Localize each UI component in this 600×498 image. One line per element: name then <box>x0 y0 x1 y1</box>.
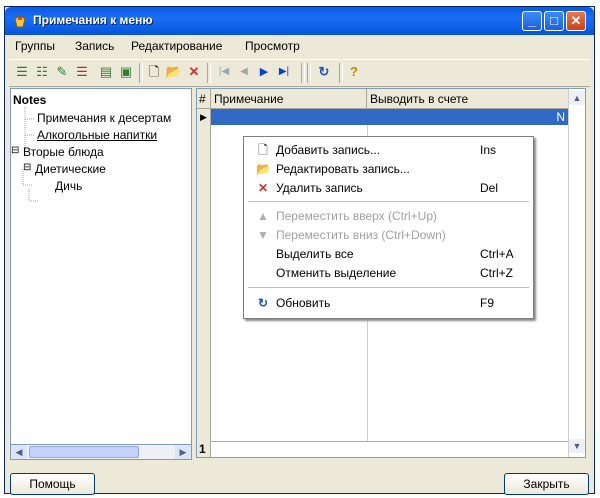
delete-record-icon[interactable]: ✕ <box>185 63 203 81</box>
menu-item-label: Переместить вниз (Ctrl+Down) <box>276 228 446 242</box>
add-subgroup-icon[interactable]: ☷ <box>33 63 51 81</box>
row-indicator-icon: ▶ <box>197 109 211 125</box>
menu-item-label: Удалить запись <box>276 181 363 195</box>
title-bar[interactable]: Примечания к меню _ □ ✕ <box>5 7 594 35</box>
menu-groups[interactable]: Группы <box>15 39 55 53</box>
minimize-button[interactable]: _ <box>522 11 542 31</box>
menu-item-move-down[interactable]: ▼ Переместить вниз (Ctrl+Down) <box>244 226 533 245</box>
delete-icon: ✕ <box>257 181 269 195</box>
help-icon[interactable]: ? <box>345 63 363 81</box>
menu-item-add-record[interactable]: 🗋 Добавить запись... Ins <box>244 141 533 160</box>
close-window-button[interactable]: ✕ <box>566 11 586 31</box>
menu-item-deselect[interactable]: Отменить выделение Ctrl+Z <box>244 264 533 283</box>
menu-item-label: Добавить запись... <box>276 143 380 157</box>
record-count: 1 <box>197 441 211 457</box>
refresh-group-icon[interactable]: ▣ <box>117 63 135 81</box>
tree-item-main-dishes[interactable]: Вторые блюда <box>23 145 104 159</box>
menu-item-shortcut: Ins <box>480 143 497 157</box>
tree-item-alcohol[interactable]: Алкогольные напитки <box>37 128 157 142</box>
toolbar-separator <box>339 63 343 83</box>
column-header-index[interactable]: # <box>197 89 211 109</box>
scroll-up-icon[interactable]: ▲ <box>569 91 585 105</box>
footer-divider <box>211 441 569 442</box>
move-up-icon: ▲ <box>257 209 269 223</box>
menu-separator <box>248 287 529 288</box>
new-record-icon[interactable]: 🗋 <box>145 63 163 81</box>
grid-vertical-scrollbar[interactable]: ▲ ▼ <box>568 89 585 457</box>
menu-item-delete-record[interactable]: ✕ Удалить запись Del <box>244 179 533 198</box>
last-record-icon[interactable]: ▶| <box>275 63 293 81</box>
column-header-note[interactable]: Примечание <box>211 89 367 109</box>
add-group-icon[interactable]: ☰ <box>13 63 31 81</box>
refresh-icon[interactable]: ↻ <box>315 63 333 81</box>
app-icon <box>14 16 26 28</box>
menu-item-select-all[interactable]: Выделить все Ctrl+A <box>244 245 533 264</box>
open-record-icon[interactable]: 📂 <box>165 63 183 81</box>
scroll-left-icon[interactable]: ◀ <box>11 445 27 459</box>
menu-bar: Группы Запись Редактирование Просмотр <box>5 35 594 57</box>
column-header-print[interactable]: Выводить в счете <box>367 89 569 109</box>
collapse-icon[interactable]: ⊟ <box>23 162 31 173</box>
edit-group-icon[interactable]: ✎ <box>53 63 71 81</box>
scroll-down-icon[interactable]: ▼ <box>569 439 585 453</box>
menu-separator <box>248 201 529 202</box>
tree-item-game[interactable]: Дичь <box>55 179 82 193</box>
menu-item-shortcut: F9 <box>480 296 495 310</box>
selected-row[interactable]: N <box>211 109 569 125</box>
tree-item-desserts[interactable]: Примечания к десертам <box>37 111 171 125</box>
menu-item-label: Выделить все <box>276 247 354 261</box>
help-button[interactable]: Помощь <box>10 473 95 495</box>
menu-item-label: Переместить вверх (Ctrl+Up) <box>276 209 438 223</box>
toolbar: ☰ ☷ ✎ ☰ ▤ ▣ 🗋 📂 ✕ |◀ ◀ ▶ ▶| ↻ ? <box>9 59 590 87</box>
refresh-icon: ↻ <box>257 296 269 310</box>
first-record-icon[interactable]: |◀ <box>215 63 233 81</box>
menu-item-edit-record[interactable]: 📂 Редактировать запись... <box>244 160 533 179</box>
collapse-icon[interactable]: ⊟ <box>11 145 19 156</box>
open-folder-icon: 📂 <box>256 162 271 176</box>
menu-view[interactable]: Просмотр <box>245 39 300 53</box>
tree-horizontal-scrollbar[interactable]: ◀ ▶ <box>10 444 192 460</box>
groups-tree[interactable]: Notes Примечания к десертам Алкогольные … <box>10 88 192 458</box>
prev-record-icon[interactable]: ◀ <box>235 63 253 81</box>
scroll-thumb[interactable] <box>29 446 139 458</box>
row-indicator-column <box>197 125 211 441</box>
context-menu: 🗋 Добавить запись... Ins 📂 Редактировать… <box>243 136 534 319</box>
maximize-button[interactable]: □ <box>544 11 564 31</box>
next-record-icon[interactable]: ▶ <box>255 63 273 81</box>
new-record-icon: 🗋 <box>258 143 268 157</box>
menu-item-shortcut: Ctrl+A <box>480 247 514 261</box>
menu-item-shortcut: Del <box>480 181 499 195</box>
menu-item-shortcut: Ctrl+Z <box>480 266 513 280</box>
toolbar-separator <box>207 63 211 83</box>
menu-item-label: Редактировать запись... <box>276 162 410 176</box>
menu-item-refresh[interactable]: ↻ Обновить F9 <box>244 294 533 313</box>
menu-edit[interactable]: Редактирование <box>131 39 222 53</box>
print-flag-value: N <box>556 110 565 124</box>
scroll-right-icon[interactable]: ▶ <box>175 445 191 459</box>
menu-item-move-up[interactable]: ▲ Переместить вверх (Ctrl+Up) <box>244 207 533 226</box>
menu-item-label: Обновить <box>276 296 331 310</box>
menu-record[interactable]: Запись <box>75 39 114 53</box>
menu-item-label: Отменить выделение <box>276 266 397 280</box>
move-down-icon: ▼ <box>257 228 269 242</box>
toolbar-separator <box>307 63 311 83</box>
close-button[interactable]: Закрыть <box>504 473 589 495</box>
window-title: Примечания к меню <box>33 13 153 27</box>
delete-group-icon[interactable]: ☰ <box>73 63 91 81</box>
tree-item-diet[interactable]: Диетические <box>35 162 106 176</box>
move-group-icon[interactable]: ▤ <box>97 63 115 81</box>
toolbar-separator <box>301 63 305 83</box>
toolbar-separator <box>139 63 143 83</box>
